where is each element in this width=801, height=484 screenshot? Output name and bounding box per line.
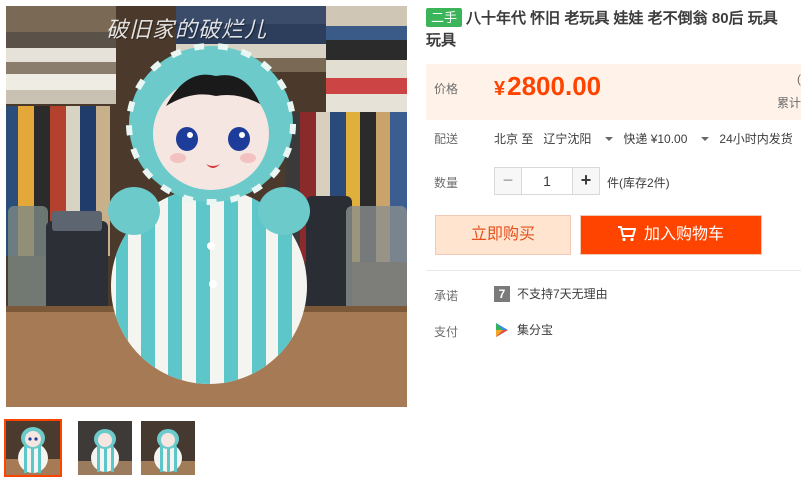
cumulative-label: 累计	[776, 96, 801, 110]
dispatch-time: 24小时内发货	[719, 132, 793, 146]
thumbnail-3[interactable]	[141, 421, 195, 475]
quantity-decrease-button[interactable]: −	[494, 167, 522, 195]
add-to-cart-label: 加入购物车	[643, 226, 724, 243]
price-value: ¥2800.00	[494, 71, 601, 102]
promise-text[interactable]: 不支持7天无理由	[517, 285, 608, 302]
thumbnail-1[interactable]	[4, 419, 62, 477]
shipping-method: 快递 ¥10.00	[623, 132, 688, 146]
section-divider	[426, 270, 801, 271]
price-panel: 价格 ¥2800.00 ( 累计	[426, 64, 801, 120]
caret-down-icon	[701, 137, 710, 141]
shipping-select[interactable]: 快递 ¥10.00	[623, 132, 710, 146]
price-extra-top: (	[797, 72, 801, 86]
quantity-label: 数量	[434, 176, 459, 190]
product-title: 二手 八十年代 怀旧 老玩具 娃娃 老不倒翁 80后 玩具 玩具	[426, 8, 801, 52]
destination-select[interactable]: 辽宁沈阳	[543, 132, 614, 146]
quantity-stepper: − +	[494, 167, 600, 195]
delivery-origin: 北京 至	[494, 132, 534, 146]
jifenbao-icon	[496, 322, 508, 337]
payment-info: 集分宝	[494, 321, 553, 338]
promise-info: 7 不支持7天无理由	[494, 285, 608, 302]
thumbnail-2[interactable]	[78, 421, 132, 475]
delivery-info: 北京 至辽宁沈阳 快递 ¥10.00 24小时内发货	[494, 130, 801, 147]
stock-info: 件(库存2件)	[607, 176, 670, 190]
delivery-label: 配送	[434, 132, 459, 146]
payment-method[interactable]: 集分宝	[517, 321, 553, 338]
thumbnail-strip	[4, 419, 407, 477]
title-line-1: 八十年代 怀旧 老玩具 娃娃 老不倒翁 80后 玩具	[466, 10, 778, 27]
quantity-increase-button[interactable]: +	[572, 167, 600, 195]
condition-tag: 二手	[426, 8, 463, 27]
price-amount: 2800.00	[507, 71, 602, 101]
promise-label: 承诺	[434, 289, 459, 303]
payment-label: 支付	[434, 325, 459, 339]
currency-symbol: ¥	[494, 78, 506, 100]
shopping-cart-icon	[617, 226, 636, 242]
quantity-input[interactable]	[522, 167, 572, 195]
seven-day-icon: 7	[494, 285, 510, 302]
delivery-destination: 辽宁沈阳	[543, 132, 592, 146]
main-product-image: 破旧家的破烂儿	[6, 6, 407, 407]
add-to-cart-button[interactable]: 加入购物车	[580, 215, 762, 255]
title-line-2: 玩具	[426, 32, 457, 49]
buy-now-button[interactable]: 立即购买	[435, 215, 571, 255]
caret-down-icon	[605, 137, 614, 141]
image-watermark: 破旧家的破烂儿	[106, 18, 268, 43]
price-label: 价格	[434, 82, 459, 96]
